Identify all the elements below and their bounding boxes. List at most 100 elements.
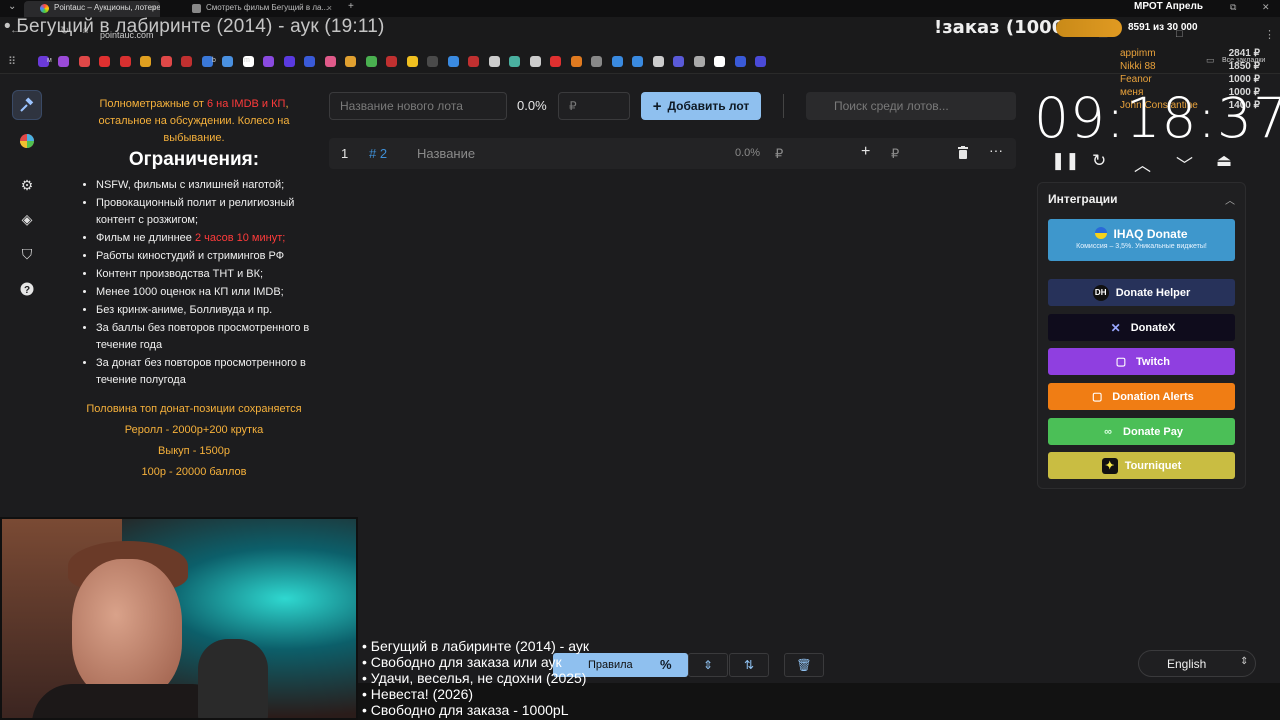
list-item: Контент производства ТНТ и ВК;: [96, 266, 312, 283]
bookmark-favicon-icon[interactable]: [529, 56, 541, 67]
collapse-top-icon[interactable]: ⏏: [1216, 151, 1232, 171]
bookmark-favicon-icon[interactable]: [693, 56, 705, 67]
list-item: Работы киностудий и стримингов РФ: [96, 248, 312, 265]
bookmark-favicon-icon[interactable]: [550, 56, 561, 67]
mrot-count: 8591 из 30 000: [1128, 22, 1198, 33]
footer-line: Половина топ донат-позиции сохраняется: [86, 403, 302, 415]
delete-lot-icon[interactable]: [957, 146, 969, 162]
bookmark-favicon-icon[interactable]: [632, 56, 643, 67]
apps-grid-icon[interactable]: ⠿: [8, 55, 16, 68]
bookmark-favicon-icon[interactable]: [324, 56, 336, 67]
amount-input[interactable]: ₽: [558, 92, 630, 120]
help-icon[interactable]: ?: [12, 274, 42, 304]
layers-icon[interactable]: ◈: [12, 204, 42, 234]
donate-helper-button[interactable]: DH Donate Helper: [1048, 279, 1235, 306]
align-center-icon[interactable]: ⇕: [688, 653, 728, 677]
ihaq-donate-button[interactable]: IHAQ Donate Комиссия – 3,5%. Уникальные …: [1048, 219, 1235, 261]
bookmark-favicon-icon[interactable]: [611, 56, 623, 67]
lot-name[interactable]: Название: [417, 146, 475, 161]
close-tab-icon[interactable]: ×: [151, 1, 156, 15]
bookmark-favicon-icon[interactable]: [734, 56, 746, 67]
footer-line: 100р - 20000 баллов: [141, 466, 247, 478]
webcam-feed: [0, 517, 358, 720]
rules-tab-label[interactable]: Правила: [588, 659, 633, 671]
settings-gear-icon[interactable]: ⚙: [12, 170, 42, 200]
bookmark-favicon-icon[interactable]: [591, 56, 602, 67]
bookmark-favicon-icon[interactable]: [365, 56, 377, 67]
bookmark-favicon-icon[interactable]: [140, 56, 151, 67]
bookmark-favicon-icon[interactable]: [345, 56, 356, 67]
bookmark-favicon-icon[interactable]: [304, 56, 315, 67]
folder-icon[interactable]: ▭: [1206, 55, 1215, 66]
donation-alerts-icon: ▢: [1092, 391, 1103, 403]
lot-currency: ₽: [775, 146, 784, 161]
tab-movie[interactable]: Смотреть фильм Бегущий в ла... ×: [176, 1, 336, 17]
language-select[interactable]: English: [1138, 650, 1256, 677]
donation-alerts-button[interactable]: ▢ Donation Alerts: [1048, 383, 1235, 410]
bookmark-favicon-icon[interactable]: [160, 56, 172, 67]
donatex-button[interactable]: ✕ DonateX: [1048, 314, 1235, 341]
auction-hammer-icon[interactable]: [12, 90, 42, 120]
window-close-icon[interactable]: ✕: [1262, 2, 1270, 13]
bookmark-favicon-icon[interactable]: [78, 56, 90, 67]
button-label: Tourniquet: [1124, 459, 1182, 472]
bookmark-favicon-icon[interactable]: [447, 56, 459, 67]
bookmark-favicon-icon[interactable]: [119, 56, 131, 67]
bookmark-favicon-icon[interactable]: [714, 56, 725, 67]
tab-pointauc[interactable]: Pointauc – Аукционы, лотереи ×: [24, 1, 160, 17]
list-item: За баллы без повторов просмотренного в т…: [96, 320, 312, 354]
decrease-time-icon[interactable]: ﹀: [1176, 151, 1193, 176]
pause-icon[interactable]: ❚❚: [1051, 151, 1080, 171]
close-tab-icon[interactable]: ×: [327, 1, 332, 15]
bookmark-favicon-icon[interactable]: [509, 56, 520, 67]
bookmark-favicon-icon[interactable]: [99, 56, 110, 67]
bookmark-favicon-icon[interactable]: [201, 56, 213, 67]
bookmark-label[interactable]: м: [47, 57, 52, 64]
lot-row[interactable]: 1 # 2 Название 0.0% ₽ + ₽ ···: [329, 138, 1016, 169]
reset-timer-icon[interactable]: ↻: [1092, 151, 1106, 171]
bookmark-favicon-icon[interactable]: [263, 56, 274, 67]
bookmark-favicon-icon[interactable]: [58, 56, 69, 67]
svg-text:?: ?: [24, 285, 30, 296]
shield-icon[interactable]: ⛉: [12, 239, 42, 269]
bookmark-favicon-icon[interactable]: [755, 56, 766, 67]
bookmark-favicon-icon[interactable]: [222, 56, 233, 67]
bookmark-favicon-icon[interactable]: [283, 56, 295, 67]
bookmark-favicon-icon[interactable]: [673, 56, 684, 67]
add-lot-button[interactable]: + Добавить лот: [641, 92, 761, 120]
bookmark-favicon-icon[interactable]: [570, 56, 582, 67]
bookmark-favicon-icon[interactable]: [386, 56, 397, 67]
integrations-title: Интеграции: [1048, 192, 1118, 206]
list-item: Без кринж-аниме, Болливуда и пр.: [96, 302, 312, 319]
bookmark-favicon-icon[interactable]: [406, 56, 418, 67]
donate-pay-button[interactable]: ∞ Donate Pay: [1048, 418, 1235, 445]
sort-icon[interactable]: ⇅: [729, 653, 769, 677]
add-amount-icon[interactable]: +: [861, 143, 870, 161]
more-icon[interactable]: ⋮: [1264, 28, 1275, 41]
clear-all-icon[interactable]: 🗑: [784, 653, 824, 677]
new-lot-name-input[interactable]: Название нового лота: [329, 92, 507, 120]
new-tab-icon[interactable]: +: [348, 1, 354, 12]
twitch-button[interactable]: ▢ Twitch: [1048, 348, 1235, 375]
more-options-icon[interactable]: ···: [989, 142, 1003, 158]
bookmark-label[interactable]: b: [212, 57, 216, 64]
bookmark-favicon-icon[interactable]: [468, 56, 479, 67]
bookmark-favicon-icon[interactable]: [427, 56, 438, 67]
footer-line: Реролл - 2000р+200 крутка: [124, 424, 264, 436]
duration-text: Фильм не длиннее: [96, 232, 195, 244]
tab-menu-icon[interactable]: ⌄: [8, 1, 16, 12]
collapse-chevron-icon[interactable]: ︿: [1225, 192, 1235, 207]
bookmark-label[interactable]: m: [244, 57, 250, 64]
percent-toggle[interactable]: %: [660, 657, 672, 672]
tourniquet-button[interactable]: ✦ Tourniquet: [1048, 452, 1235, 479]
wheel-icon[interactable]: [12, 126, 42, 156]
lot-search-input[interactable]: Поиск среди лотов...: [806, 92, 1016, 120]
list-item: Менее 1000 оценок на КП или IMDB;: [96, 284, 312, 301]
bookmark-favicon-icon[interactable]: [181, 56, 192, 67]
bookmark-favicon-icon[interactable]: [488, 56, 500, 67]
lot-amount-currency[interactable]: ₽: [891, 146, 899, 162]
increase-time-icon[interactable]: ︿: [1134, 151, 1151, 176]
bookmark-favicon-icon[interactable]: [652, 56, 664, 67]
window-restore-icon[interactable]: ⧉: [1230, 2, 1236, 13]
rules-intro: Полнометражные от 6 на IMDB и КП, осталь…: [76, 96, 312, 147]
